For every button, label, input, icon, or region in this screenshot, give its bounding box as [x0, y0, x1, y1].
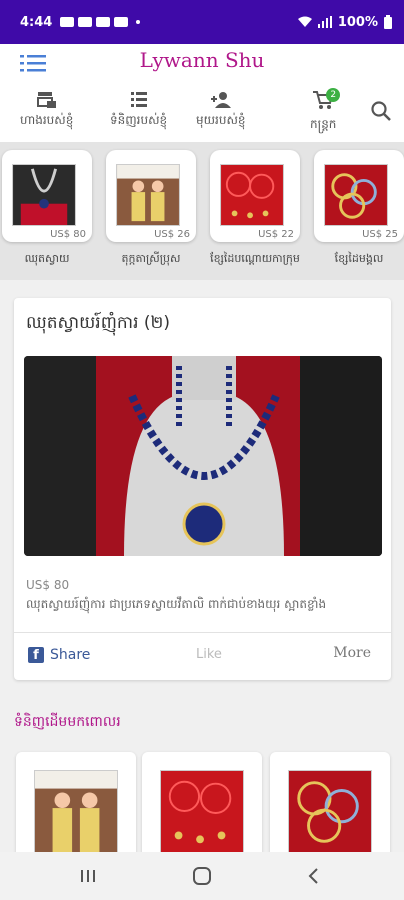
search-icon[interactable] — [370, 100, 392, 122]
home-icon[interactable] — [190, 864, 214, 888]
category-item[interactable]: US$ 80 ឈុតស្វាយ — [2, 150, 92, 268]
bangles-thumbnail — [288, 770, 372, 854]
store-icon — [36, 92, 56, 108]
message-notification-icon — [114, 17, 129, 27]
category-name: តុក្កតាស្រីប្រុស — [121, 252, 181, 265]
signal-icon — [317, 16, 332, 28]
nav-item-my-products[interactable]: ទំនិញរបស់ខ្ញុំ — [110, 90, 167, 130]
youtube-notification-icon — [96, 17, 111, 27]
people-icon — [210, 92, 231, 108]
cart-badge: 2 — [326, 88, 341, 102]
app-bar: Lywann Shu — [0, 44, 404, 84]
category-item[interactable]: US$ 26 តុក្កតាស្រីប្រុស — [106, 150, 196, 268]
app-title: Lywann Shu — [139, 48, 265, 72]
nav-row: ហាងរបស់ខ្ញុំ ទំនិញរបស់ខ្ញុំ មុយរបស់ខ្ញុំ… — [0, 84, 404, 142]
category-card: US$ 25 — [314, 150, 404, 242]
category-card: US$ 80 — [2, 150, 92, 242]
category-name: ខ្សែដៃបណ្តោយកាក្រុម — [210, 252, 300, 265]
red-bracelets-thumbnail — [160, 770, 244, 854]
notification-icons — [60, 17, 141, 27]
necklace-photo — [24, 356, 382, 556]
category-price: US$ 22 — [258, 229, 294, 240]
youtube-notification-icon — [78, 17, 93, 27]
status-time: 4:44 — [20, 14, 53, 30]
nav-item-my-customers[interactable]: មុយរបស់ខ្ញុំ — [196, 90, 246, 130]
system-nav-bar — [0, 852, 404, 900]
dolls-thumbnail — [34, 770, 118, 854]
category-name: ខ្សែដៃមង្គល — [334, 252, 384, 265]
category-price: US$ 26 — [154, 229, 190, 240]
product-title: ឈុតស្វាយរ៍ញុំការ (២) — [26, 313, 171, 333]
category-card: US$ 26 — [106, 150, 196, 242]
more-button[interactable]: More — [333, 645, 371, 661]
nav-item-label: កន្ត្រក — [310, 117, 337, 131]
recommended-item[interactable] — [142, 752, 262, 862]
recommended-item[interactable] — [16, 752, 136, 862]
nav-item-my-store[interactable]: ហាងរបស់ខ្ញុំ — [20, 90, 73, 130]
product-card[interactable]: ឈុតស្វាយរ៍ញុំការ (២) US$ 80 ឈុតស្វាយរ៍ញុ… — [14, 298, 391, 680]
category-price: US$ 25 — [362, 229, 398, 240]
category-item[interactable]: US$ 22 ខ្សែដៃបណ្តោយកាក្រុម — [210, 150, 300, 268]
necklace-thumbnail — [12, 164, 76, 226]
product-image[interactable] — [24, 356, 382, 556]
list-icon — [130, 92, 147, 107]
nav-item-label: មុយរបស់ខ្ញុំ — [196, 113, 246, 127]
category-strip: US$ 80 ឈុតស្វាយ US$ 26 តុក្កតាស្រីប្រុស … — [0, 142, 404, 280]
product-description: ឈុតស្វាយរ៍ញុំការ ជាប្រភេទស្វាយវឹតាលិ ពាក… — [26, 597, 327, 611]
product-actions: f Share Like More — [14, 632, 391, 680]
nav-item-label: ហាងរបស់ខ្ញុំ — [20, 113, 74, 127]
recommended-title: ទំនិញដើមមកពោលរ — [14, 714, 121, 730]
status-bar: 4:44 100% — [0, 0, 404, 44]
category-card: US$ 22 — [210, 150, 300, 242]
more-notifications-dot — [136, 20, 141, 24]
bangles-thumbnail — [324, 164, 388, 226]
recommended-item[interactable] — [270, 752, 390, 862]
red-bracelets-thumbnail — [220, 164, 284, 226]
share-button[interactable]: f Share — [28, 647, 90, 663]
category-price: US$ 80 — [50, 229, 86, 240]
status-right: 100% — [297, 14, 392, 30]
wifi-icon — [297, 16, 312, 27]
category-item[interactable]: US$ 25 ខ្សែដៃមង្គល — [314, 150, 404, 268]
nav-item-label: ទំនិញរបស់ខ្ញុំ — [110, 113, 168, 127]
product-price: US$ 80 — [26, 578, 70, 592]
battery-percent: 100% — [337, 14, 378, 30]
nav-item-cart[interactable]: 2 កន្ត្រក — [310, 88, 341, 134]
category-name: ឈុតស្វាយ — [24, 252, 70, 265]
recent-apps-icon[interactable] — [76, 864, 100, 888]
like-button[interactable]: Like — [196, 647, 222, 662]
youtube-notification-icon — [60, 17, 75, 27]
back-icon[interactable] — [302, 864, 326, 888]
dolls-thumbnail — [116, 164, 180, 226]
facebook-icon: f — [28, 647, 44, 663]
share-label: Share — [50, 647, 91, 663]
battery-icon — [384, 15, 392, 29]
